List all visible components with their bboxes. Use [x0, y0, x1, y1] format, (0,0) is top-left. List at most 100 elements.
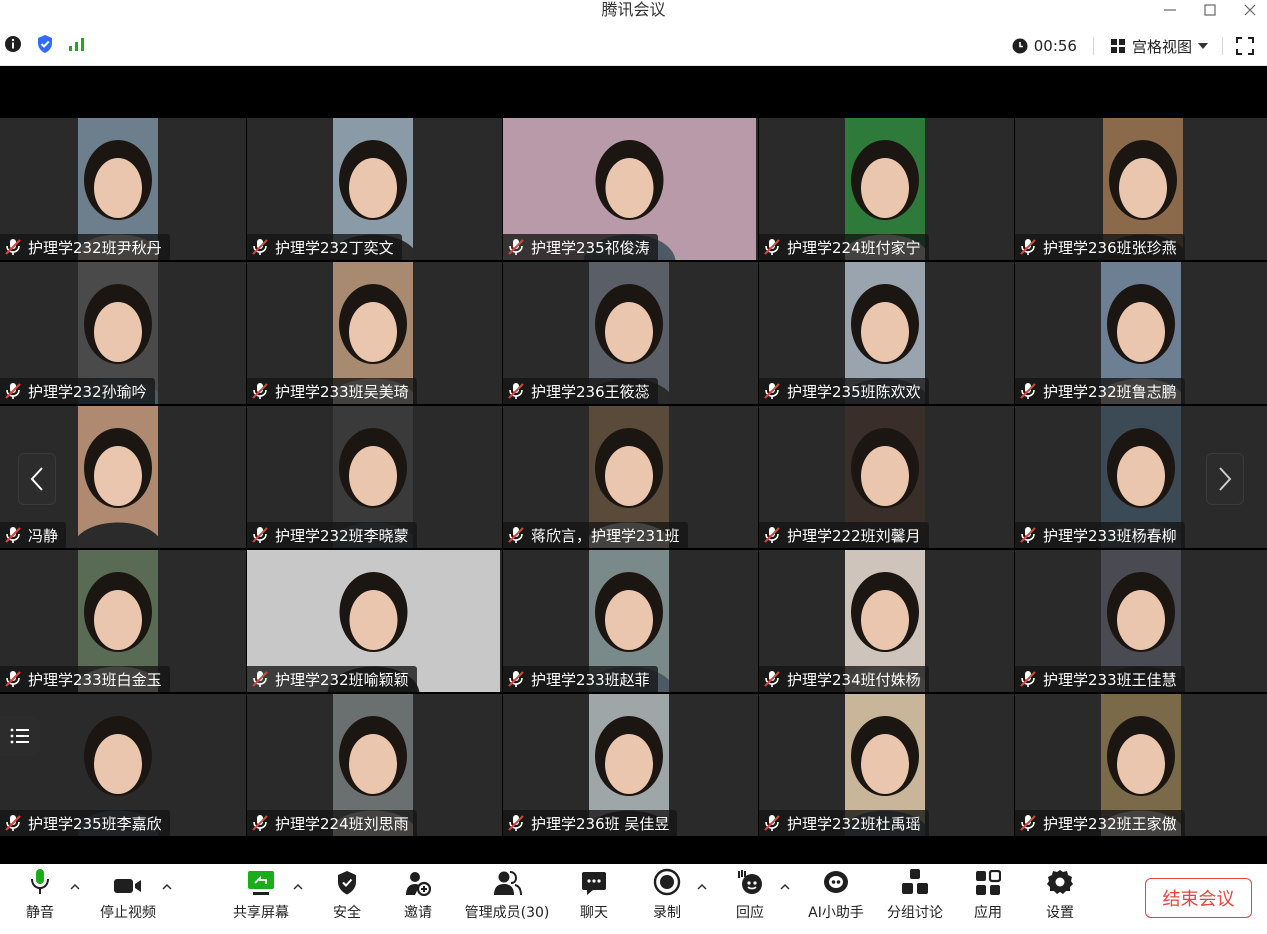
- participant-name-tag: 护理学232孙瑜吟: [0, 378, 155, 404]
- participant-video: [78, 406, 158, 548]
- breakout-rooms-button[interactable]: 分组讨论: [882, 864, 948, 934]
- audio-options-caret[interactable]: [68, 880, 82, 894]
- invite-label: 邀请: [404, 905, 432, 921]
- gear-icon: [1047, 870, 1073, 894]
- raise-hand-icon: [738, 870, 762, 894]
- participant-name: 护理学233班赵菲: [531, 670, 650, 689]
- manage-members-button[interactable]: 管理成员(30): [462, 864, 552, 934]
- breakout-icon: [902, 869, 928, 894]
- participant-name: 护理学232孙瑜吟: [28, 382, 147, 401]
- participant-name-tag: 护理学222班刘馨月: [759, 522, 929, 548]
- share-screen-icon: [248, 871, 274, 895]
- participant-name-tag: 护理学235班李嘉欣: [0, 810, 170, 836]
- ai-assistant-button[interactable]: AI小助手: [803, 864, 869, 934]
- chevron-up-icon: [780, 884, 790, 890]
- participant-name: 护理学232班王家傲: [1043, 814, 1177, 833]
- participant-tile[interactable]: 护理学236班张珍燕: [1015, 118, 1267, 260]
- participant-name-tag: 护理学232班鲁志鹏: [1015, 378, 1185, 404]
- record-options-caret[interactable]: [695, 880, 709, 894]
- participant-tile[interactable]: 护理学233班王佳慧: [1015, 550, 1267, 692]
- participant-tile[interactable]: 护理学234班付姝杨: [759, 550, 1014, 692]
- apps-icon: [976, 870, 1001, 895]
- participant-tile[interactable]: 护理学224班付家宁: [759, 118, 1014, 260]
- settings-button[interactable]: 设置: [1040, 864, 1080, 934]
- participant-name-tag: 护理学232班杜禹瑶: [759, 810, 929, 836]
- end-meeting-button[interactable]: 结束会议: [1145, 878, 1252, 918]
- participant-tile[interactable]: 蒋欣言，护理学231班: [503, 406, 758, 548]
- participant-tile[interactable]: 护理学232孙瑜吟: [0, 262, 246, 404]
- participant-name: 蒋欣言，护理学231班: [531, 526, 680, 545]
- participant-tile[interactable]: 护理学232班鲁志鹏: [1015, 262, 1267, 404]
- participant-list-toggle[interactable]: [0, 716, 40, 756]
- participant-name-tag: 护理学232丁奕文: [247, 234, 402, 260]
- invite-button[interactable]: 邀请: [398, 864, 438, 934]
- participant-tile[interactable]: 护理学235班李嘉欣: [0, 694, 246, 836]
- mic-muted-icon: [764, 815, 780, 831]
- share-screen-button[interactable]: 共享屏幕: [228, 864, 294, 934]
- next-page-button[interactable]: [1206, 453, 1244, 505]
- participant-name-tag: 护理学233班吴美琦: [247, 378, 417, 404]
- participant-grid: 护理学232班尹秋丹 护理学232丁奕文 护理学235祁俊涛 护理学224班付家宁 护理…: [0, 118, 1267, 836]
- grid-view-icon: [1110, 39, 1125, 53]
- participant-name: 护理学233班王佳慧: [1043, 670, 1177, 689]
- participant-name: 护理学232班尹秋丹: [28, 238, 162, 257]
- participant-tile[interactable]: 护理学232班李晓蒙: [247, 406, 502, 548]
- mic-muted-icon: [1020, 815, 1036, 831]
- participant-tile[interactable]: 护理学224班刘思雨: [247, 694, 502, 836]
- participant-name: 护理学236班 吴佳昱: [531, 814, 670, 833]
- fullscreen-button[interactable]: [1223, 37, 1267, 55]
- participant-tile[interactable]: 护理学235班陈欢欢: [759, 262, 1014, 404]
- react-options-caret[interactable]: [778, 880, 792, 894]
- view-layout-label: 宫格视图: [1131, 37, 1192, 56]
- participant-name: 护理学224班刘思雨: [275, 814, 409, 833]
- meeting-timer: 00:56: [1012, 37, 1093, 55]
- chevron-left-icon: [30, 467, 43, 491]
- security-label: 安全: [333, 905, 361, 921]
- participant-name: 护理学232班杜禹瑶: [787, 814, 921, 833]
- apps-button[interactable]: 应用: [968, 864, 1008, 934]
- maximize-button[interactable]: [1196, 0, 1224, 20]
- video-options-caret[interactable]: [160, 880, 174, 894]
- participant-tile[interactable]: 护理学233班吴美琦: [247, 262, 502, 404]
- mic-muted-icon: [764, 527, 780, 543]
- participant-tile[interactable]: 护理学236王筱蕊: [503, 262, 758, 404]
- participant-name-tag: 护理学234班付姝杨: [759, 666, 929, 692]
- minimize-button[interactable]: [1156, 0, 1184, 20]
- participant-name-tag: 护理学236王筱蕊: [503, 378, 658, 404]
- stop-video-button[interactable]: 停止视频: [95, 864, 161, 934]
- meeting-info-button[interactable]: [4, 35, 22, 57]
- previous-page-button[interactable]: [18, 453, 56, 505]
- record-button[interactable]: 录制: [647, 864, 687, 934]
- participant-tile[interactable]: 护理学232班尹秋丹: [0, 118, 246, 260]
- participant-name: 护理学235祁俊涛: [531, 238, 650, 257]
- participant-name-tag: 护理学233班白金玉: [0, 666, 170, 692]
- chat-button[interactable]: 聊天: [574, 864, 614, 934]
- participant-tile[interactable]: 护理学235祁俊涛: [503, 118, 758, 260]
- mic-muted-icon: [764, 239, 780, 255]
- participant-tile[interactable]: 护理学232班王家傲: [1015, 694, 1267, 836]
- participant-tile[interactable]: 护理学233班赵菲: [503, 550, 758, 692]
- participant-tile[interactable]: 护理学232班喻颖颖: [247, 550, 502, 692]
- mic-muted-icon: [508, 383, 524, 399]
- participant-tile[interactable]: 护理学232班杜禹瑶: [759, 694, 1014, 836]
- participant-name-tag: 护理学224班刘思雨: [247, 810, 417, 836]
- breakout-rooms-label: 分组讨论: [887, 905, 943, 921]
- network-status-button[interactable]: [68, 36, 86, 56]
- participant-tile[interactable]: 护理学222班刘馨月: [759, 406, 1014, 548]
- participant-tile[interactable]: 护理学232丁奕文: [247, 118, 502, 260]
- maximize-icon: [1204, 4, 1216, 16]
- participant-tile[interactable]: 护理学233班白金玉: [0, 550, 246, 692]
- participant-name: 护理学235班李嘉欣: [28, 814, 162, 833]
- security-status-button[interactable]: [36, 34, 54, 58]
- mute-button[interactable]: 静音: [20, 864, 60, 934]
- react-button[interactable]: 回应: [730, 864, 770, 934]
- timer-text: 00:56: [1033, 37, 1077, 55]
- participant-name: 护理学232丁奕文: [275, 238, 394, 257]
- apps-label: 应用: [974, 905, 1002, 921]
- mic-muted-icon: [5, 383, 21, 399]
- security-button[interactable]: 安全: [327, 864, 367, 934]
- view-layout-selector[interactable]: 宫格视图: [1094, 36, 1222, 57]
- share-options-caret[interactable]: [291, 880, 305, 894]
- close-button[interactable]: [1236, 0, 1264, 20]
- participant-tile[interactable]: 护理学236班 吴佳昱: [503, 694, 758, 836]
